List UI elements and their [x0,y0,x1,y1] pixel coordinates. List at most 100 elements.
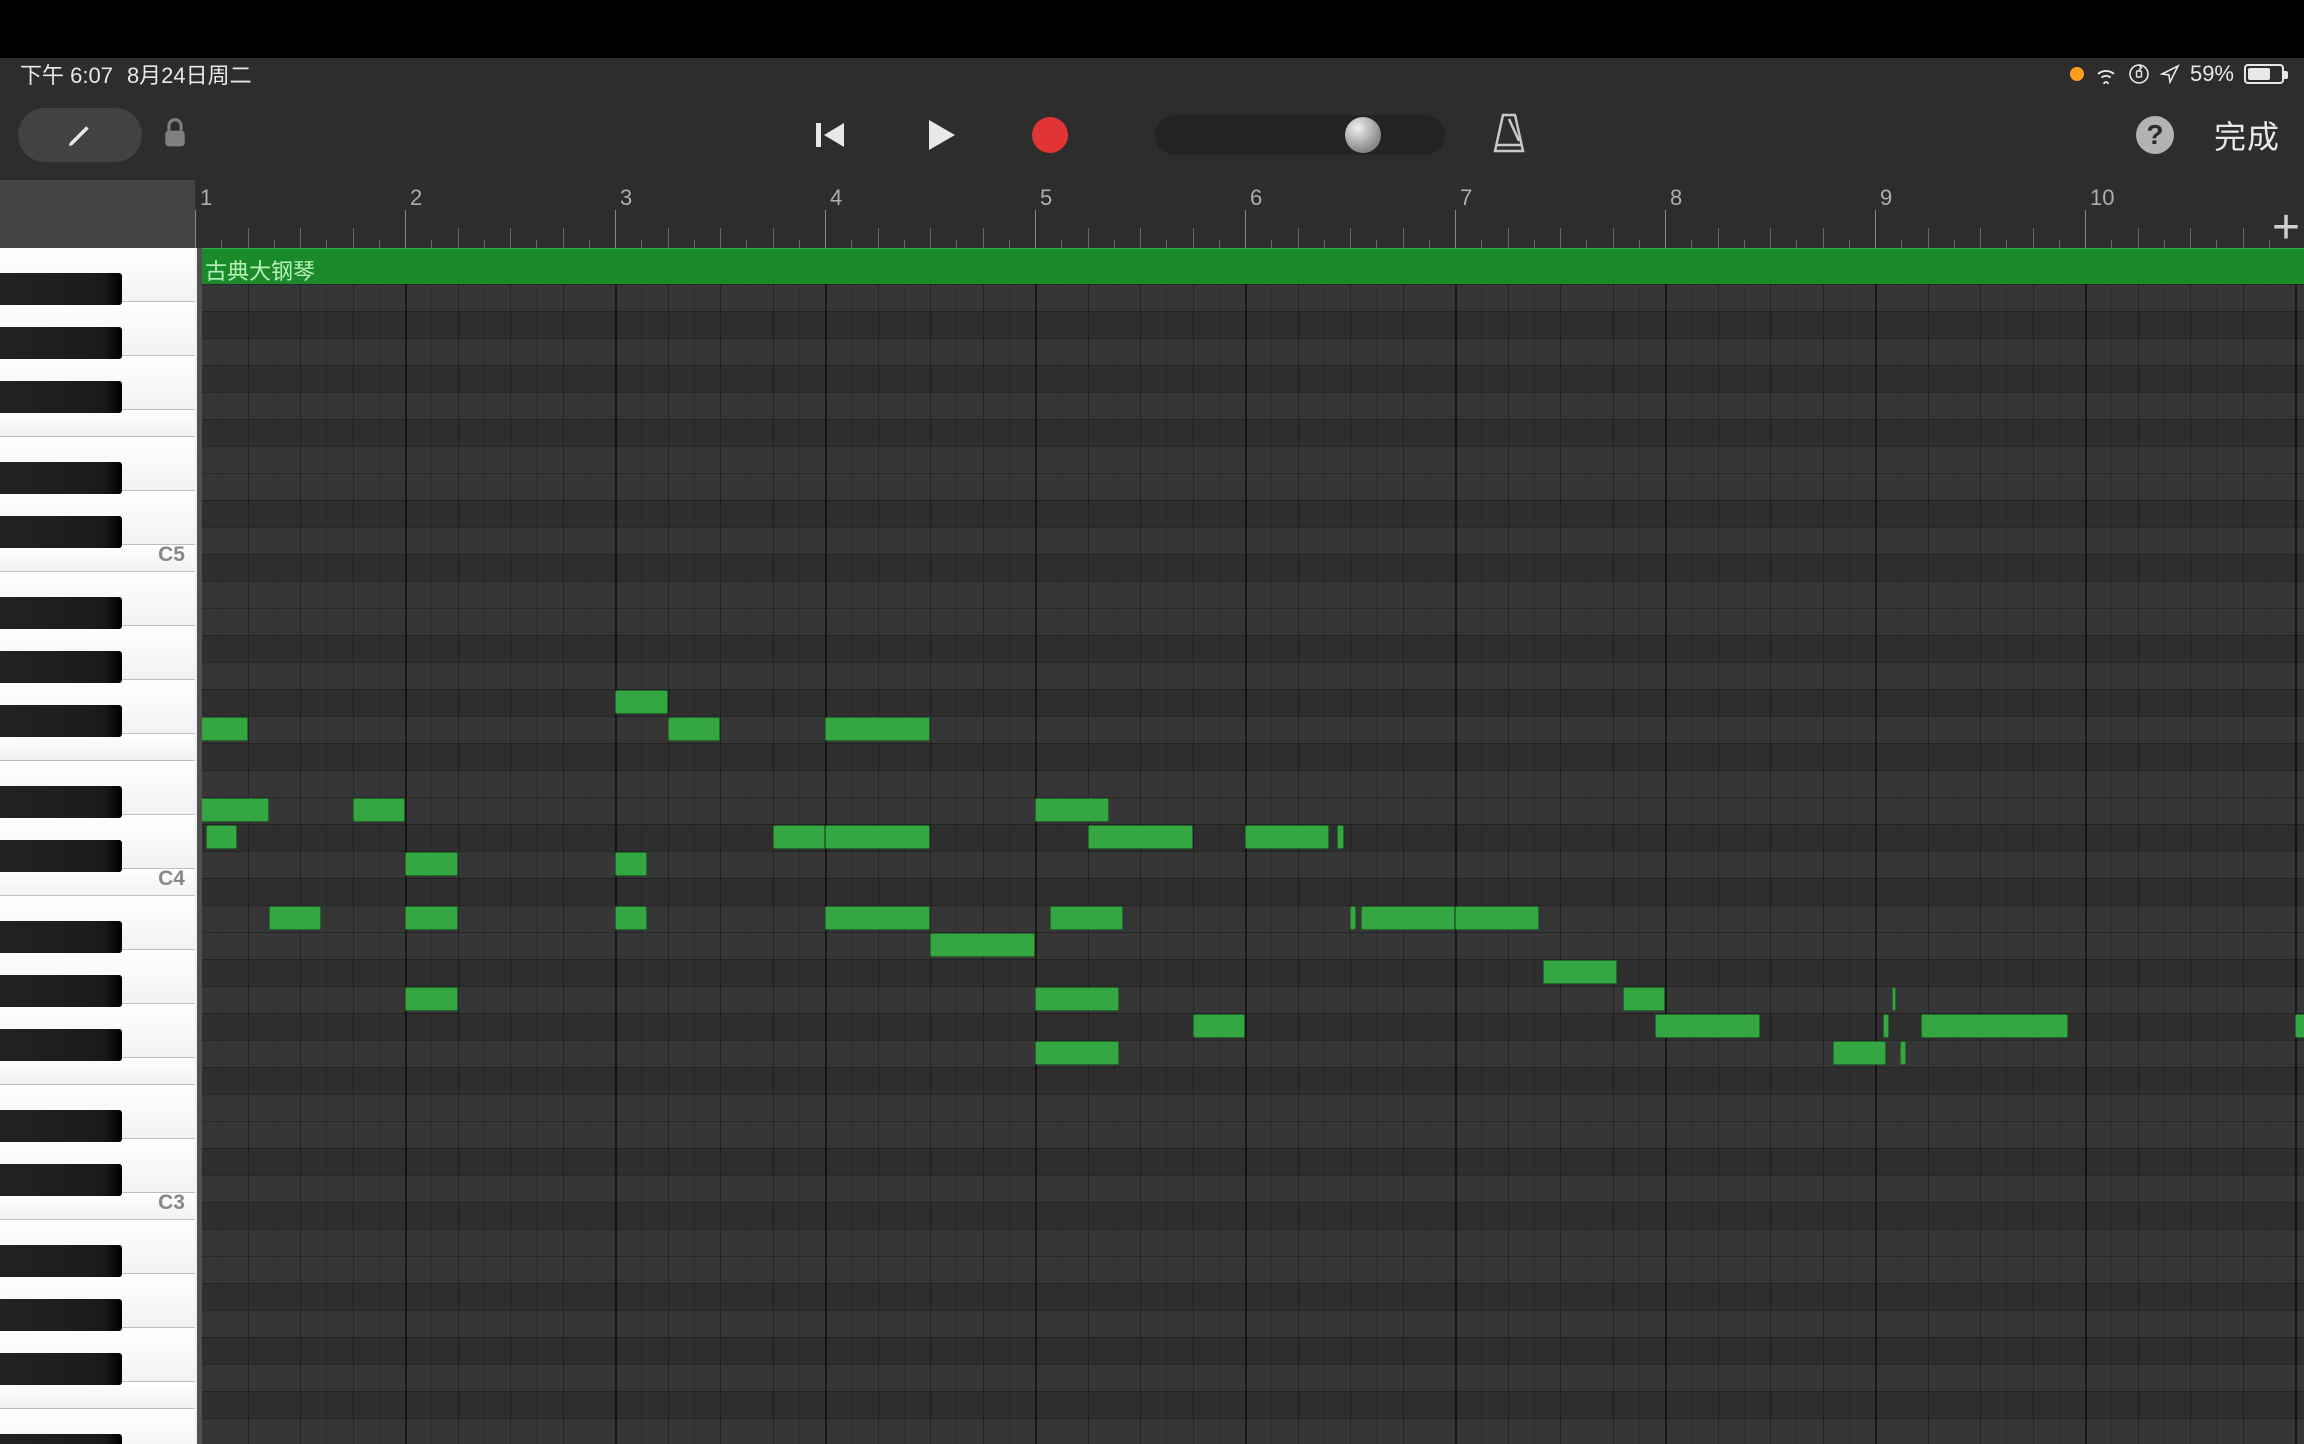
white-key[interactable] [0,734,195,761]
white-key[interactable]: C4 [0,869,195,896]
ruler-tick [1823,228,1824,248]
midi-note[interactable] [2295,1014,2304,1038]
midi-note[interactable] [405,906,458,930]
ruler-tick [2190,228,2191,248]
metronome-button[interactable] [1489,111,1529,160]
piano-keyboard[interactable]: C5 C4 C3 [0,248,195,1444]
ruler-tick [1508,228,1509,248]
ruler-tick [563,228,564,248]
midi-note[interactable] [1921,1014,2068,1038]
master-slider[interactable] [1155,115,1445,155]
white-key[interactable] [0,1058,195,1085]
grid-col-line [2269,248,2270,1444]
midi-note[interactable] [1035,1041,1119,1065]
midi-note[interactable] [1050,906,1124,930]
region-header[interactable]: 古典大钢琴 [195,248,2304,284]
white-key[interactable] [0,410,195,437]
playhead[interactable] [195,248,197,1444]
black-key[interactable] [0,381,122,413]
midi-note[interactable] [615,852,647,876]
black-key[interactable] [0,1110,122,1142]
white-key[interactable] [0,1382,195,1409]
black-key[interactable] [0,1299,122,1331]
midi-note[interactable] [1655,1014,1760,1038]
black-key[interactable] [0,327,122,359]
record-button[interactable] [995,107,1105,163]
edit-button[interactable] [18,108,142,162]
midi-note[interactable] [206,825,238,849]
help-button[interactable]: ? [2136,116,2174,154]
midi-note[interactable] [668,717,721,741]
black-key[interactable] [0,1434,122,1444]
black-key[interactable] [0,975,122,1007]
ruler-bar-number: 3 [620,185,632,211]
black-key[interactable] [0,1353,122,1385]
midi-note[interactable] [1892,987,1896,1011]
midi-note[interactable] [1337,825,1343,849]
midi-note[interactable] [1455,906,1539,930]
ruler-tick [326,240,327,248]
midi-note[interactable] [1543,960,1617,984]
ruler-track[interactable]: + 12345678910 [195,180,2304,248]
recording-indicator-dot [2070,67,2084,81]
grid-col-line [353,248,354,1444]
black-key[interactable] [0,921,122,953]
midi-note[interactable] [825,717,930,741]
black-key[interactable] [0,840,122,872]
done-button[interactable]: 完成 [2214,112,2280,158]
white-key[interactable]: C5 [0,545,195,572]
midi-note[interactable] [1361,906,1456,930]
black-key[interactable] [0,786,122,818]
slider-knob[interactable] [1345,117,1381,153]
black-key[interactable] [0,705,122,737]
midi-note[interactable] [1035,987,1119,1011]
black-key[interactable] [0,462,122,494]
rewind-button[interactable] [775,107,885,163]
black-key[interactable] [0,1245,122,1277]
black-key[interactable] [0,1029,122,1061]
black-key[interactable] [0,516,122,548]
midi-note[interactable] [195,717,248,741]
midi-note[interactable] [405,987,458,1011]
midi-note[interactable] [1193,1014,1246,1038]
midi-note[interactable] [1088,825,1193,849]
grid-row-line [195,1067,2304,1068]
grid-col-line [1429,248,1430,1444]
midi-note[interactable] [1883,1014,1888,1038]
midi-note[interactable] [353,798,406,822]
black-key[interactable] [0,651,122,683]
midi-note[interactable] [1350,906,1356,930]
play-button[interactable] [885,107,995,163]
midi-note[interactable] [195,798,269,822]
black-key[interactable] [0,273,122,305]
grid-col-line [1481,248,1482,1444]
grid-col-line [2295,248,2297,1444]
black-key[interactable] [0,597,122,629]
ruler[interactable]: + 12345678910 [0,180,2304,248]
ruler-bar-number: 1 [200,185,212,211]
add-button[interactable]: + [2272,200,2300,255]
black-key[interactable] [0,1164,122,1196]
midi-note[interactable] [825,825,930,849]
midi-note[interactable] [825,906,930,930]
note-grid[interactable]: 古典大钢琴 [195,248,2304,1444]
grid-col-line [1665,248,1667,1444]
grid-row-line [195,1094,2304,1095]
location-icon [2160,64,2180,84]
midi-note[interactable] [930,933,1035,957]
grid-col-line [300,248,301,1444]
midi-note[interactable] [1833,1041,1886,1065]
midi-note[interactable] [269,906,322,930]
midi-note[interactable] [615,690,668,714]
midi-note[interactable] [405,852,458,876]
white-key[interactable]: C3 [0,1193,195,1220]
midi-note[interactable] [1623,987,1665,1011]
lock-button[interactable] [160,116,190,155]
ruler-tick [300,228,301,248]
midi-note[interactable] [1035,798,1109,822]
ruler-tick [1271,240,1272,248]
midi-note[interactable] [1900,1041,1906,1065]
midi-note[interactable] [615,906,647,930]
midi-note[interactable] [1245,825,1329,849]
midi-note[interactable] [773,825,826,849]
